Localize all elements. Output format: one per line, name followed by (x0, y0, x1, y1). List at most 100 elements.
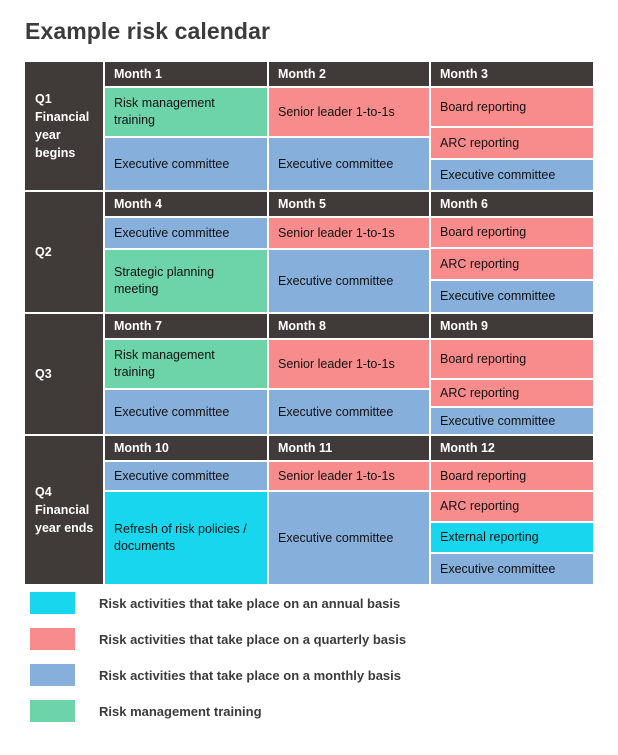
activity-cell[interactable]: Executive committee (269, 138, 429, 190)
activity-cell-label: Executive committee (440, 167, 556, 182)
activity-cell[interactable]: Senior leader 1-to-1s (269, 218, 429, 250)
activity-cell-label: Executive committee (114, 156, 230, 171)
month-column: Month 12 Board reporting ARC reporting Exte… (431, 436, 593, 584)
month-header: Month 6 (431, 192, 593, 218)
activity-cell[interactable]: Board reporting (431, 88, 593, 128)
activity-cell[interactable]: Risk management training (105, 340, 267, 390)
activity-cell-label: Senior leader 1-to-1s (278, 468, 395, 483)
quarter-label-line: year (35, 128, 61, 142)
quarter-label-1: Q1 Financial year begins (25, 62, 105, 190)
activity-cell-label: Senior leader 1-to-1s (278, 356, 395, 371)
activity-cell-label: Board reporting (440, 468, 527, 483)
month-cells: Board reporting ARC reporting External rep… (431, 462, 593, 584)
activity-cell-label: Executive committee (114, 225, 230, 240)
legend-swatch-training (30, 700, 75, 722)
activity-cell[interactable]: Executive committee (269, 492, 429, 584)
quarter-label-line: Financial (35, 502, 90, 517)
month-column: Month 9 Board reporting ARC reporting Execu… (431, 314, 593, 434)
activity-cell[interactable]: Refresh of risk policies / documents (105, 492, 267, 584)
activity-cell[interactable]: ARC reporting (431, 128, 593, 160)
activity-cell-label: Executive committee (440, 289, 556, 304)
quarter-label-line: Q1 (35, 91, 52, 106)
quarter-label-line: year ends (35, 521, 94, 536)
quarter-label-text: Q1 Financial year begins (35, 90, 89, 163)
activity-cell[interactable]: Senior leader 1-to-1s (269, 462, 429, 492)
activity-cell-label: Executive committee (278, 404, 394, 419)
quarter-label-text: Q4 Financial year ends (35, 483, 93, 537)
risk-calendar-page: Example risk calendar Q1 Financial year beg… (0, 0, 618, 755)
month-cells: Senior leader 1-to-1s Executive committee (269, 462, 429, 584)
activity-cell[interactable]: Board reporting (431, 340, 593, 380)
activity-cell[interactable]: Executive committee (105, 218, 267, 250)
activity-cell[interactable]: Senior leader 1-to-1s (269, 88, 429, 138)
legend: Risk activities that take place on an an… (25, 592, 593, 722)
month-header: Month 8 (269, 314, 429, 340)
legend-label: Risk activities that take place on a qua… (99, 631, 407, 647)
month-columns: Month 10 Executive committee Refresh of ri… (105, 436, 593, 584)
activity-cell[interactable]: Executive committee (431, 160, 593, 190)
quarter-block: Q1 Financial year begins Month 1 Risk managem… (25, 62, 593, 190)
quarter-label-3: Q3 (25, 314, 105, 434)
quarter-label-4: Q4 Financial year ends (25, 436, 105, 584)
month-column: Month 1 Risk management training Executive… (105, 62, 269, 190)
activity-cell-label: Executive committee (440, 413, 556, 428)
month-column: Month 8 Senior leader 1-to-1s Executive co… (269, 314, 431, 434)
activity-cell[interactable]: Strategic planning meeting (105, 250, 267, 312)
activity-cell[interactable]: Board reporting (431, 462, 593, 492)
activity-cell[interactable]: Board reporting (431, 218, 593, 249)
legend-swatch-annual (30, 592, 75, 614)
activity-cell-label: Executive committee (278, 530, 394, 545)
activity-cell-label: Board reporting (440, 225, 527, 240)
month-column: Month 2 Senior leader 1-to-1s Executive co… (269, 62, 431, 190)
quarter-label-text: Q3 (35, 365, 52, 383)
month-cells: Senior leader 1-to-1s Executive committee (269, 340, 429, 434)
activity-cell[interactable]: ARC reporting (431, 249, 593, 281)
month-header: Month 2 (269, 62, 429, 88)
quarter-block: Q4 Financial year ends Month 10 Executive co… (25, 436, 593, 584)
activity-cell[interactable]: ARC reporting (431, 492, 593, 523)
activity-cell-label: Executive committee (278, 273, 394, 288)
activity-cell[interactable]: Executive committee (105, 390, 267, 434)
legend-item: Risk management training (25, 700, 593, 722)
activity-cell[interactable]: ARC reporting (431, 380, 593, 408)
quarter-label-line: Q3 (35, 366, 52, 381)
legend-swatch-quarterly (30, 628, 75, 650)
activity-cell-label: Senior leader 1-to-1s (278, 225, 395, 240)
activity-cell[interactable]: Executive committee (431, 554, 593, 584)
month-column: Month 6 Board reporting ARC reporting Execu… (431, 192, 593, 312)
month-header: Month 1 (105, 62, 267, 88)
activity-cell[interactable]: Risk management training (105, 88, 267, 138)
risk-calendar-table: Q1 Financial year begins Month 1 Risk managem… (25, 62, 593, 584)
activity-cell[interactable]: External reporting (431, 523, 593, 554)
activity-cell-label: External reporting (440, 530, 539, 545)
activity-cell[interactable]: Senior leader 1-to-1s (269, 340, 429, 390)
month-cells: Senior leader 1-to-1s Executive committee (269, 218, 429, 312)
month-header: Month 11 (269, 436, 429, 462)
activity-cell-label: ARC reporting (440, 499, 520, 514)
activity-cell[interactable]: Executive committee (105, 462, 267, 492)
quarter-block: Q2 Month 4 Executive committee Strategic pl… (25, 192, 593, 312)
activity-cell-label: Executive committee (114, 468, 230, 483)
month-header: Month 12 (431, 436, 593, 462)
month-header: Month 5 (269, 192, 429, 218)
month-columns: Month 7 Risk management training Executive… (105, 314, 593, 434)
legend-label: Risk activities that take place on a mon… (99, 667, 401, 683)
activity-cell[interactable]: Executive committee (105, 138, 267, 190)
activity-cell-label: ARC reporting (440, 385, 520, 400)
activity-cell[interactable]: Executive committee (431, 408, 593, 434)
month-header: Month 4 (105, 192, 267, 218)
activity-cell[interactable]: Executive committee (269, 390, 429, 434)
month-cells: Board reporting ARC reporting Executive co… (431, 88, 593, 190)
month-cells: Senior leader 1-to-1s Executive committee (269, 88, 429, 190)
quarter-label-line: begins (35, 146, 76, 161)
activity-cell[interactable]: Executive committee (431, 281, 593, 312)
legend-label: Risk management training (99, 703, 262, 719)
quarter-label-line: Q4 (35, 484, 52, 499)
activity-cell-label: Board reporting (440, 99, 527, 114)
month-column: Month 5 Senior leader 1-to-1s Executive co… (269, 192, 431, 312)
activity-cell[interactable]: Executive committee (269, 250, 429, 312)
month-cells: Board reporting ARC reporting Executive co… (431, 218, 593, 312)
legend-swatch-monthly (30, 664, 75, 686)
activity-cell-label: Risk management training (114, 348, 215, 379)
activity-cell-label: Executive committee (114, 404, 230, 419)
